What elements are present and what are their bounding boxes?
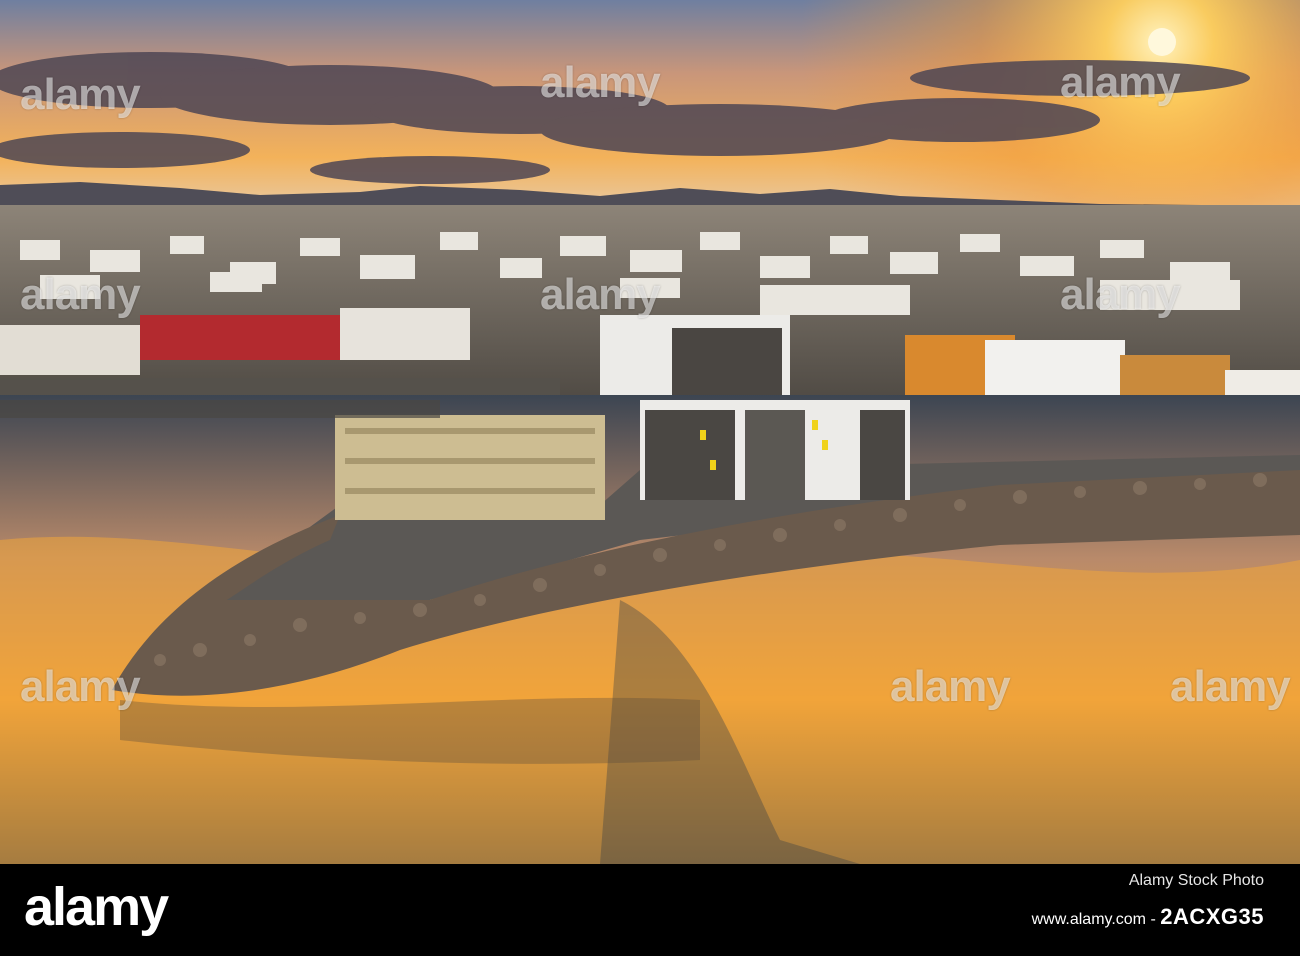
- dock-left: [0, 400, 440, 418]
- footer-stock-photo-label: Alamy Stock Photo: [1128, 872, 1264, 889]
- watermark-top-right: alamy: [1060, 58, 1181, 107]
- photo: alamy alamy alamy alamy alamy alamy alam…: [0, 0, 1300, 864]
- footer-url[interactable]: www.alamy.com -: [1032, 911, 1161, 928]
- red-apartments: [140, 315, 340, 360]
- footer-bar: alamy Alamy Stock Photo www.alamy.com - …: [0, 864, 1300, 956]
- aerial-harbor-scene: [0, 0, 1300, 864]
- image-id: 2ACXG35: [1160, 904, 1264, 929]
- sun: [1148, 28, 1176, 56]
- watermark-top-left: alamy: [20, 70, 141, 119]
- watermark-low-center: alamy: [890, 662, 1011, 711]
- watermark-low-right: alamy: [1170, 662, 1291, 711]
- watermark-mid-left: alamy: [20, 270, 141, 319]
- alamy-logo[interactable]: alamy: [24, 876, 169, 938]
- watermark-low-left: alamy: [20, 662, 141, 711]
- watermark-mid-center: alamy: [540, 270, 661, 319]
- watermark-mid-right: alamy: [1060, 270, 1181, 319]
- footer-image-id-line: www.alamy.com - 2ACXG35: [1032, 904, 1264, 930]
- footer-info: Alamy Stock Photo www.alamy.com - 2ACXG3…: [1032, 872, 1264, 930]
- watermark-top-center: alamy: [540, 58, 661, 107]
